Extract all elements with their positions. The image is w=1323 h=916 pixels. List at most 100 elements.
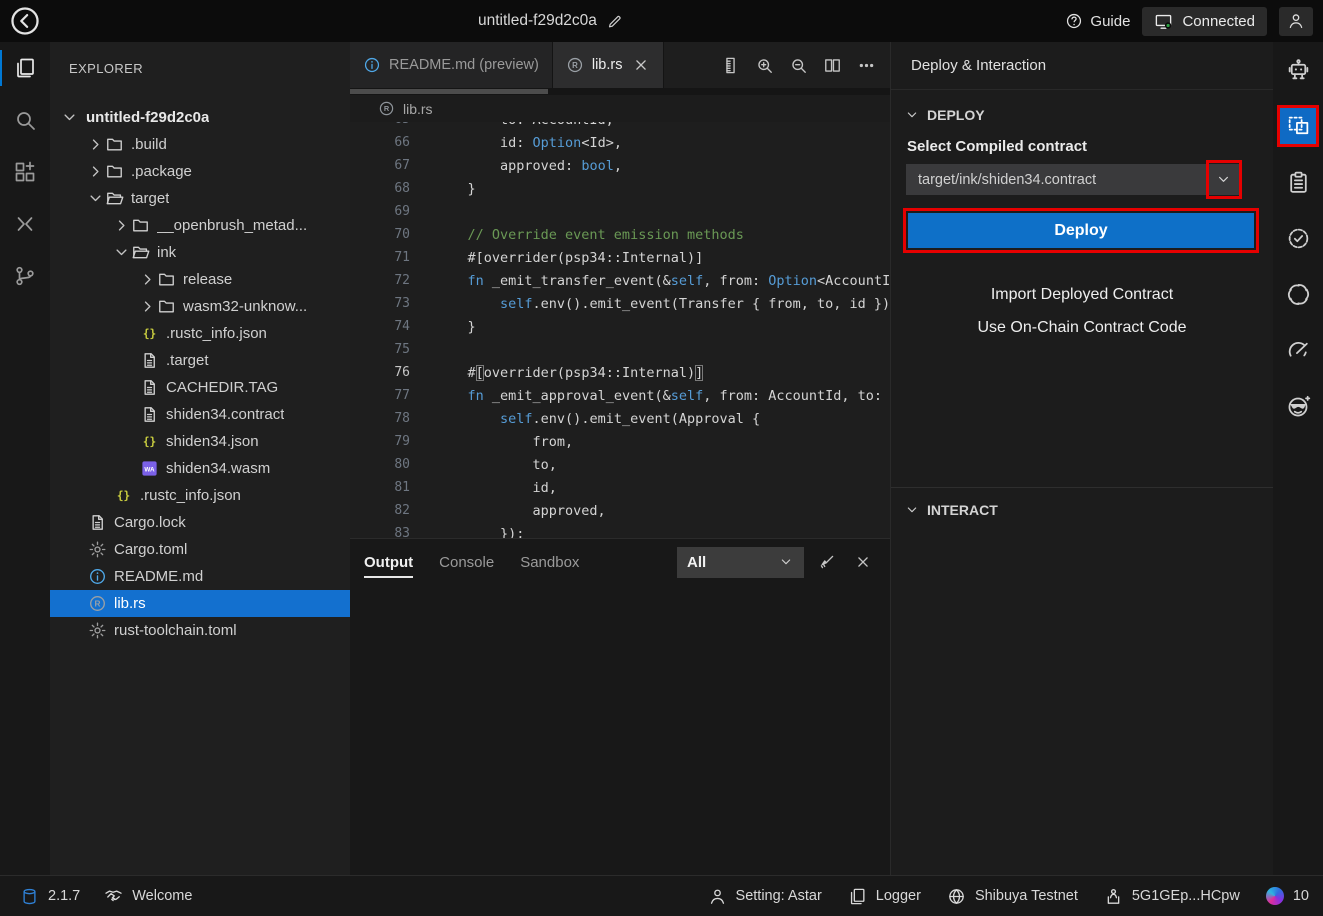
rust-icon: R	[88, 594, 107, 613]
import-deployed-contract-link[interactable]: Import Deployed Contract	[891, 286, 1273, 304]
status-setting-astar[interactable]: Setting: Astar	[708, 887, 822, 906]
svg-text:{}: {}	[117, 489, 130, 502]
status-logger[interactable]: Logger	[848, 887, 921, 906]
output-tab-console[interactable]: Console	[439, 539, 494, 585]
tree-item-openbrush-metad[interactable]: __openbrush_metad...	[50, 212, 350, 239]
breadcrumb[interactable]: R lib.rs	[350, 95, 890, 122]
right-activity-openai[interactable]	[1273, 266, 1323, 322]
tab-lib-rs[interactable]: Rlib.rs	[553, 42, 665, 88]
interact-section-header[interactable]: INTERACT	[891, 488, 1273, 518]
tree-item-ink[interactable]: ink	[50, 239, 350, 266]
line-number: 74	[350, 319, 410, 334]
tree-item-lib-rs[interactable]: Rlib.rs	[50, 590, 350, 617]
search-icon	[13, 108, 37, 132]
tree-item-wasm32-unknow[interactable]: wasm32-unknow...	[50, 293, 350, 320]
file-icon	[140, 405, 159, 424]
zoom-out-icon[interactable]	[783, 50, 814, 81]
clear-icon	[818, 553, 836, 571]
gear-icon	[88, 540, 107, 559]
tree-item-target[interactable]: .target	[50, 347, 350, 374]
folder-icon	[157, 270, 176, 289]
tree-item-shiden34-json[interactable]: {}shiden34.json	[50, 428, 350, 455]
line-number: 77	[350, 388, 410, 403]
tree-item-target[interactable]: target	[50, 185, 350, 212]
guide-button[interactable]: Guide	[1065, 12, 1130, 30]
tree-item-untitled-f29d2c0a[interactable]: untitled-f29d2c0a	[50, 104, 350, 131]
select-chevron[interactable]	[1207, 164, 1239, 195]
file-icon	[140, 378, 159, 397]
clear-output-button[interactable]	[813, 549, 840, 576]
deploy-section-header[interactable]: DEPLOY	[891, 90, 1273, 123]
deploy-button[interactable]: Deploy	[908, 213, 1254, 248]
deploy-panel: Deploy & Interaction DEPLOY Select Compi…	[890, 42, 1273, 875]
tree-item-rustc-info-json[interactable]: {}.rustc_info.json	[50, 320, 350, 347]
left-activity-extensions[interactable]	[0, 146, 50, 198]
status-shibuya-testnet[interactable]: Shibuya Testnet	[947, 887, 1078, 906]
chevron-right-icon	[112, 216, 131, 235]
outline-icon[interactable]	[715, 50, 746, 81]
zoom-in-icon[interactable]	[749, 50, 780, 81]
status-welcome[interactable]: Welcome	[104, 887, 192, 906]
folder-open-icon	[105, 189, 124, 208]
more-actions-icon[interactable]	[851, 50, 882, 81]
code-line-68: 68 }	[350, 177, 890, 200]
close-icon[interactable]	[632, 56, 650, 74]
right-activity-badge-check[interactable]	[1273, 210, 1323, 266]
tree-item-cargo-toml[interactable]: Cargo.toml	[50, 536, 350, 563]
right-activity-deploy-box[interactable]	[1273, 98, 1323, 154]
tab-readme-md-preview[interactable]: README.md (preview)	[350, 42, 553, 88]
right-activity-clipboard[interactable]	[1273, 154, 1323, 210]
output-tab-output[interactable]: Output	[364, 539, 413, 585]
chevron-down-icon	[904, 502, 920, 518]
tree-item-shiden34-wasm[interactable]: WAshiden34.wasm	[50, 455, 350, 482]
tree-item-readme-md[interactable]: README.md	[50, 563, 350, 590]
tree-item-release[interactable]: release	[50, 266, 350, 293]
status-2-1-7[interactable]: 2.1.7	[20, 887, 80, 906]
tree-item-cargo-lock[interactable]: Cargo.lock	[50, 509, 350, 536]
left-activity-files[interactable]	[0, 42, 50, 94]
file-tree: untitled-f29d2c0a.build.packagetarget__o…	[50, 104, 350, 875]
svg-text:{}: {}	[143, 435, 156, 448]
right-activity-gauge[interactable]	[1273, 322, 1323, 378]
horizontal-scrollbar[interactable]	[350, 88, 890, 95]
status-10[interactable]: 10	[1266, 887, 1309, 906]
tree-item-rust-toolchain-toml[interactable]: rust-toolchain.toml	[50, 617, 350, 644]
more-actions-icon	[857, 56, 876, 75]
tree-item-rustc-info-json[interactable]: {}.rustc_info.json	[50, 482, 350, 509]
outline-icon	[721, 56, 740, 75]
back-icon[interactable]	[9, 5, 41, 37]
use-onchain-contract-link[interactable]: Use On-Chain Contract Code	[891, 319, 1273, 337]
badge-check-icon	[1286, 226, 1311, 251]
collapse-icon	[13, 212, 37, 236]
right-activity-robot[interactable]	[1273, 42, 1323, 98]
tree-item-package[interactable]: .package	[50, 158, 350, 185]
openai-icon	[1286, 282, 1311, 307]
wasm-icon: WA	[140, 459, 159, 478]
close-panel-button[interactable]	[849, 549, 876, 576]
output-filter-select[interactable]: All	[677, 547, 804, 578]
left-activity-source-control[interactable]	[0, 250, 50, 302]
connected-badge[interactable]: Connected	[1142, 7, 1267, 36]
output-tab-sandbox[interactable]: Sandbox	[520, 539, 579, 585]
status-5g1gep-hcpw[interactable]: 5G1GEp...HCpw	[1104, 887, 1240, 906]
tree-item-cachedir-tag[interactable]: CACHEDIR.TAG	[50, 374, 350, 401]
left-activity-collapse[interactable]	[0, 198, 50, 250]
chevron-down-icon	[86, 189, 105, 208]
account-button[interactable]	[1279, 7, 1313, 36]
line-number: 73	[350, 296, 410, 311]
chevron-down-icon	[778, 554, 794, 570]
tree-item-build[interactable]: .build	[50, 131, 350, 158]
editor-tabbar: README.md (preview)Rlib.rs	[350, 42, 890, 88]
right-activity-swanky[interactable]	[1273, 378, 1323, 434]
right-activity-bar	[1273, 42, 1323, 875]
code-line-70: 70 // Override event emission methods	[350, 223, 890, 246]
compiled-contract-select[interactable]: target/ink/shiden34.contract	[906, 164, 1239, 195]
scrollbar-thumb[interactable]	[350, 89, 548, 94]
rename-pencil-icon[interactable]	[606, 13, 623, 30]
chevron-down-icon	[904, 107, 920, 123]
left-activity-search[interactable]	[0, 94, 50, 146]
code-editor[interactable]: 65 to: AccountId,66 id: Option<Id>,67 ap…	[350, 122, 890, 538]
tree-item-shiden34-contract[interactable]: shiden34.contract	[50, 401, 350, 428]
code-line-71: 71 #[overrider(psp34::Internal)]	[350, 246, 890, 269]
split-editor-icon[interactable]	[817, 50, 848, 81]
